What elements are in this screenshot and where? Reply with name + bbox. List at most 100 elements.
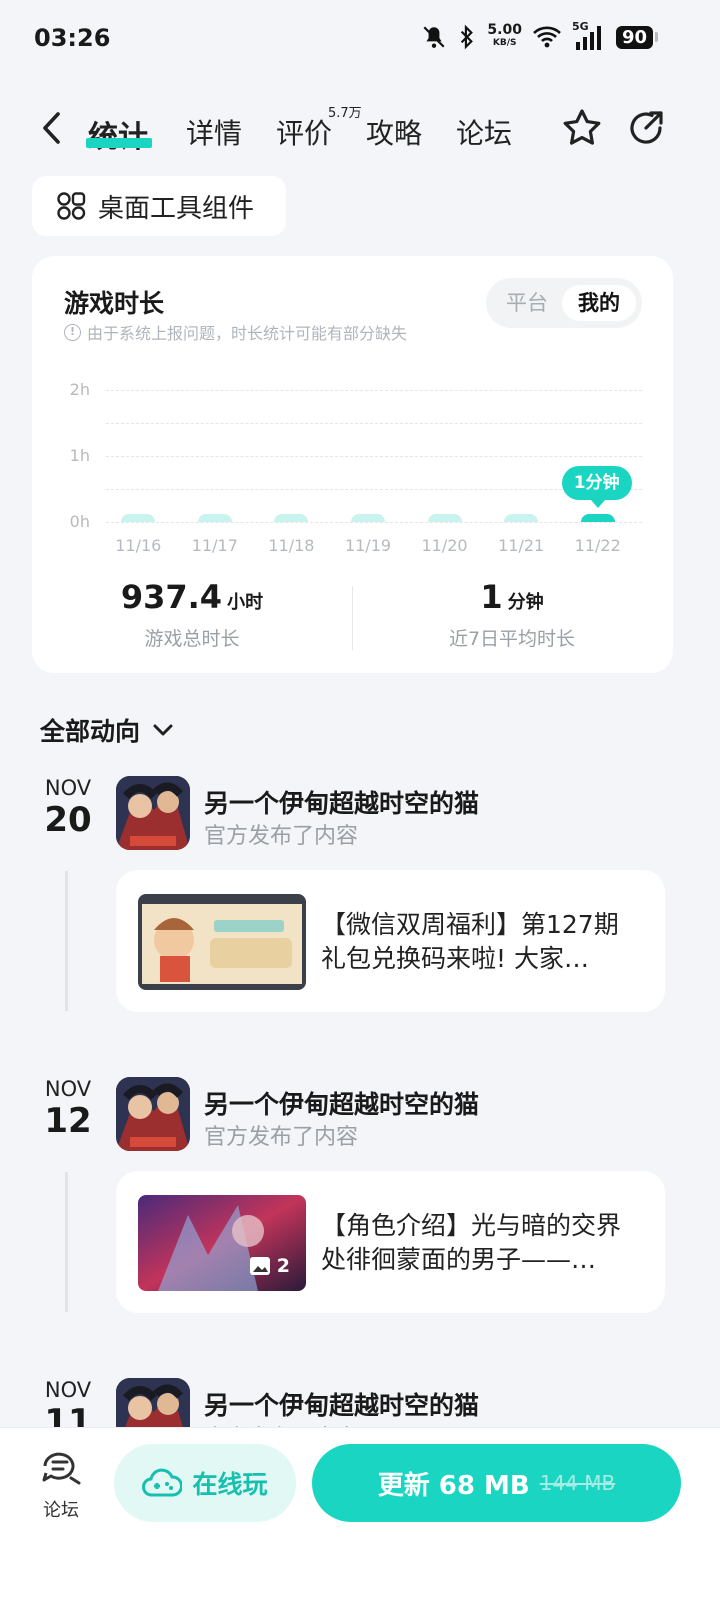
widget-icon (57, 192, 86, 220)
tab-stats[interactable]: 统计 (88, 112, 148, 156)
playtime-title: 游戏时长 (64, 289, 165, 318)
toggle-mine[interactable]: 我的 (562, 285, 636, 321)
chart-bar[interactable] (427, 514, 462, 522)
x-tick-label: 11/21 (498, 536, 545, 555)
grid-line (106, 489, 642, 490)
post-title: 【微信双周福利】第127期礼包兑换码来啦! 大家… (321, 910, 619, 973)
game-name[interactable]: 另一个伊甸超越时空的猫 (204, 1085, 479, 1121)
post-thumbnail: 2 (138, 1195, 306, 1291)
timeline-line (65, 871, 68, 1011)
active-tab-indicator (86, 138, 152, 148)
feed-date-day: 12 (44, 1101, 92, 1141)
grid-line (106, 456, 642, 457)
tab-forum[interactable]: 论坛 (456, 112, 512, 152)
forum-tab-label: 论坛 (43, 1500, 79, 1521)
signal-icon: 5G (572, 20, 606, 50)
game-avatar[interactable] (116, 1077, 190, 1151)
feed-date-month: NOV (44, 1378, 92, 1402)
chart-bar[interactable] (351, 514, 385, 522)
info-icon: ! (64, 323, 81, 341)
feed-date-day: 20 (44, 800, 92, 840)
bluetooth-icon (461, 24, 474, 50)
avg-playtime-label: 近7日平均时长 (448, 628, 576, 650)
update-button[interactable]: 更新 68 MB 144 MB (312, 1444, 681, 1522)
game-name[interactable]: 另一个伊甸超越时空的猫 (204, 1386, 479, 1422)
total-playtime-unit: 小时 (227, 592, 264, 613)
mute-icon (423, 26, 445, 48)
post-card[interactable]: 【微信双周福利】第127期礼包兑换码来啦! 大家… (116, 870, 665, 1012)
total-playtime: 937.4 小时 游戏总时长 (32, 578, 352, 651)
x-tick-label: 11/20 (421, 536, 468, 555)
grid-line (106, 423, 642, 424)
post-thumbnail (138, 894, 306, 990)
image-icon (249, 1257, 270, 1275)
feed-date-month: NOV (44, 1077, 92, 1101)
play-online-button[interactable]: 在线玩 (114, 1444, 296, 1522)
x-tick-label: 11/17 (191, 536, 238, 555)
update-label: 更新 68 MB (377, 1470, 530, 1501)
post-card[interactable]: 2 【角色介绍】光与暗的交界处徘徊蒙面的男子——… (116, 1171, 665, 1313)
total-playtime-label: 游戏总时长 (144, 628, 240, 650)
forum-tab[interactable]: 论坛 (36, 1448, 86, 1522)
feed-action: 官方发布了内容 (204, 824, 359, 849)
timeline-line (65, 1172, 68, 1312)
review-count-badge: 5.7万 (328, 106, 362, 121)
chart-bar[interactable] (121, 514, 156, 522)
gamepad-cloud-icon (142, 1468, 183, 1497)
chart-bar[interactable] (197, 514, 232, 522)
battery-tip (655, 32, 658, 42)
x-tick-label: 11/18 (268, 536, 315, 555)
wifi-icon (533, 26, 561, 48)
grid-line (106, 390, 642, 391)
y-tick-label: 0h (69, 512, 90, 531)
x-tick-label: 11/22 (574, 536, 621, 555)
feed-filter-dropdown[interactable]: 全部动向 (40, 712, 176, 748)
star-icon[interactable] (560, 106, 604, 150)
playtime-card: 游戏时长 ! 由于系统上报问题，时长统计可能有部分缺失 平台 我的 0h 1h 2h… (32, 256, 673, 673)
battery-indicator: 90 (615, 25, 653, 49)
chart-tooltip: 1分钟 (561, 466, 632, 500)
total-playtime-value: 937.4 (120, 578, 223, 616)
forum-icon (42, 1452, 81, 1485)
chart-bar[interactable] (504, 514, 539, 522)
y-tick-label: 1h (69, 446, 90, 465)
game-name[interactable]: 另一个伊甸超越时空的猫 (204, 784, 479, 820)
update-original-size: 144 MB (539, 1471, 616, 1495)
playtime-stats: 937.4 小时 游戏总时长 1 分钟 近7日平均时长 (32, 578, 673, 658)
bottom-action-bar: 论坛 在线玩 更新 68 MB 144 MB (0, 1427, 720, 1604)
playtime-chart: 0h 1h 2h 11/16 11/17 11/18 11/19 11/20 11/21 11/2… (32, 366, 673, 556)
status-icons: 5.00 KB/S 5G 90 (421, 20, 658, 50)
chart-bar[interactable] (580, 514, 615, 522)
game-avatar[interactable] (116, 776, 190, 850)
chart-bar[interactable] (274, 514, 309, 522)
tab-guides[interactable]: 攻略 (366, 112, 422, 152)
grid-line (106, 522, 642, 523)
y-tick-label: 2h (69, 380, 90, 399)
network-speed: 5.00 KB/S (487, 22, 522, 48)
toggle-platform[interactable]: 平台 (490, 285, 564, 321)
play-online-label: 在线玩 (192, 1470, 268, 1499)
share-icon[interactable] (624, 106, 668, 150)
chevron-down-icon (153, 724, 173, 736)
feed-action: 官方发布了内容 (204, 1125, 359, 1150)
desktop-widget-label: 桌面工具组件 (98, 193, 255, 224)
desktop-widget-button[interactable]: 桌面工具组件 (32, 176, 286, 236)
avg-playtime-value: 1 (480, 578, 503, 616)
tab-reviews[interactable]: 评价 (276, 112, 332, 152)
playtime-note-text: 由于系统上报问题，时长统计可能有部分缺失 (87, 324, 408, 343)
feed-header-label: 全部动向 (40, 717, 141, 746)
x-tick-label: 11/19 (344, 536, 392, 555)
avg-playtime-unit: 分钟 (507, 592, 544, 613)
tab-details[interactable]: 详情 (186, 112, 242, 152)
x-tick-label: 11/16 (115, 536, 162, 555)
status-time: 03:26 (34, 24, 111, 52)
feed-date-month: NOV (44, 776, 92, 800)
playtime-note: ! 由于系统上报问题，时长统计可能有部分缺失 (64, 320, 407, 344)
status-bar: 03:26 5.00 KB/S 5G 90 (0, 0, 720, 80)
chart-tooltip-arrow (590, 500, 605, 508)
image-count: 2 (249, 1255, 290, 1277)
data-source-toggle: 平台 我的 (486, 278, 642, 328)
post-title: 【角色介绍】光与暗的交界处徘徊蒙面的男子——… (321, 1211, 622, 1274)
avg-playtime: 1 分钟 近7日平均时长 (352, 578, 672, 651)
back-icon[interactable] (36, 108, 70, 148)
